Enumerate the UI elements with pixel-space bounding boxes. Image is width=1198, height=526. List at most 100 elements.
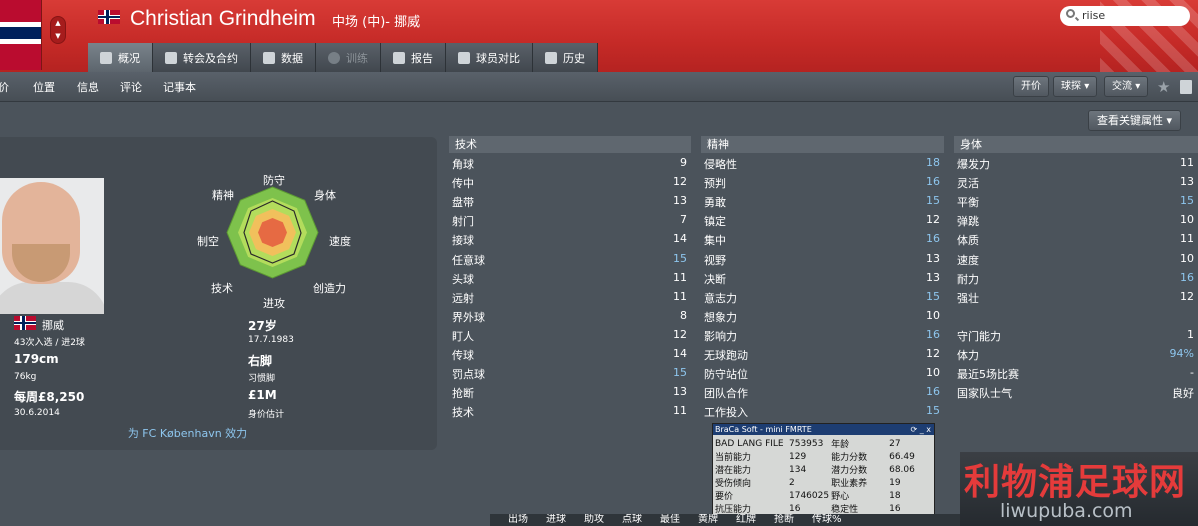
mental-header: 精神 <box>701 136 944 153</box>
fmrte-cell: 年龄 <box>831 440 850 450</box>
interact-label: 交流 <box>1112 81 1132 92</box>
contract-expiry: 30.6.2014 <box>14 408 60 418</box>
attribute-row[interactable]: 罚点球 15 <box>449 364 691 383</box>
attribute-row[interactable]: 意志力 15 <box>701 288 944 307</box>
attribute-value: 13 <box>673 385 687 399</box>
attribute-row[interactable]: 射门 7 <box>449 211 691 230</box>
player-weight: 76kg <box>14 372 37 382</box>
shortlist-star-icon[interactable]: ★ <box>1157 78 1170 96</box>
attribute-row[interactable]: 角球 9 <box>449 154 691 173</box>
attribute-row[interactable]: 守门能力 1 <box>954 326 1198 345</box>
attribute-row[interactable]: 技术 11 <box>449 402 691 421</box>
attribute-row[interactable]: 最近5场比赛 - <box>954 364 1198 383</box>
window-controls-icon[interactable]: ⟳ _ x <box>910 424 931 435</box>
international-caps[interactable]: 43次入选 / 进2球 <box>14 335 85 348</box>
report-icon <box>393 51 405 64</box>
bottom-tab[interactable]: 进球 <box>528 514 566 526</box>
attribute-name: 界外球 <box>452 310 485 324</box>
attribute-row[interactable]: 耐力 16 <box>954 269 1198 288</box>
bottom-tab[interactable]: 抢断 <box>756 514 794 526</box>
attribute-name: 盘带 <box>452 196 474 210</box>
attribute-row[interactable]: 传球 14 <box>449 345 691 364</box>
player-nav-stepper[interactable]: ▲ ▼ <box>50 16 66 44</box>
attribute-row[interactable]: 侵略性 18 <box>701 154 944 173</box>
watermark-url: liwupuba.com <box>1000 500 1133 522</box>
fmrte-table: BAD LANG FILE 753953 年龄 27 当前能力 129 能力分数 66.49 潜… <box>714 437 928 516</box>
attribute-row[interactable]: 抢断 13 <box>449 383 691 402</box>
attribute-row[interactable]: 视野 13 <box>701 250 944 269</box>
tab-overview[interactable]: 概况 <box>88 43 153 72</box>
bottom-tab[interactable]: 助攻 <box>566 514 604 526</box>
attribute-row[interactable]: 镇定 12 <box>701 211 944 230</box>
attribute-row[interactable]: 团队合作 16 <box>701 383 944 402</box>
bottom-tab[interactable]: 黄牌 <box>680 514 718 526</box>
tab-stats[interactable]: 数据 <box>251 43 316 72</box>
physical-header: 身体 <box>954 136 1198 153</box>
tab-report[interactable]: 报告 <box>381 43 446 72</box>
subnav-info[interactable]: 信息 <box>77 79 99 95</box>
attribute-value: - <box>1190 366 1194 380</box>
player-wage: 每周£8,250 <box>14 390 85 404</box>
attribute-row[interactable]: 盘带 13 <box>449 192 691 211</box>
attribute-row[interactable]: 体力 94% <box>954 345 1198 364</box>
key-attributes-button[interactable]: 查看关键属性 ▾ <box>1088 110 1182 131</box>
attribute-row[interactable]: 爆发力 11 <box>954 154 1198 173</box>
attribute-value: 8 <box>680 308 687 322</box>
attribute-row[interactable]: 无球跑动 12 <box>701 345 944 364</box>
attribute-name: 侵略性 <box>704 158 737 171</box>
bottom-tab[interactable]: 传球% <box>794 514 842 526</box>
attribute-value: 10 <box>926 308 940 322</box>
player-position: 中场 (中)- 挪威 <box>332 15 421 30</box>
attribute-row[interactable]: 防守站位 10 <box>701 364 944 383</box>
attribute-row[interactable]: 体质 11 <box>954 230 1198 249</box>
subnav-comments[interactable]: 评论 <box>120 79 142 95</box>
attribute-row[interactable]: 勇敢 15 <box>701 192 944 211</box>
attribute-row[interactable]: 传中 12 <box>449 173 691 192</box>
bottom-tab[interactable]: 红牌 <box>718 514 756 526</box>
attribute-row[interactable]: 决断 13 <box>701 269 944 288</box>
player-value: £1M <box>248 388 277 402</box>
subnav-notes[interactable]: 记事本 <box>163 79 196 95</box>
attribute-name: 强壮 <box>957 291 979 305</box>
current-club-link[interactable]: 为 FC København 效力 <box>0 425 375 441</box>
attribute-value: 15 <box>1180 194 1194 208</box>
attribute-row[interactable]: 速度 10 <box>954 250 1198 269</box>
attribute-row[interactable]: 强壮 12 <box>954 288 1198 307</box>
attribute-row[interactable]: 预判 16 <box>701 173 944 192</box>
attribute-row[interactable]: 盯人 12 <box>449 326 691 345</box>
interact-button[interactable]: 交流 ▾ <box>1104 76 1149 97</box>
bottom-tab[interactable]: 出场 <box>490 514 528 526</box>
tab-history[interactable]: 历史 <box>533 43 598 72</box>
subnav-value[interactable]: 价 <box>0 79 9 95</box>
bottom-tab[interactable]: 最佳 <box>642 514 680 526</box>
subnav-position[interactable]: 位置 <box>33 79 55 95</box>
attribute-row[interactable]: 接球 14 <box>449 230 691 249</box>
attribute-row[interactable]: 想象力 10 <box>701 307 944 326</box>
attribute-row[interactable]: 任意球 15 <box>449 250 691 269</box>
attribute-value: 16 <box>1180 270 1194 284</box>
attribute-row[interactable]: 远射 11 <box>449 288 691 307</box>
attribute-row[interactable]: 影响力 16 <box>701 326 944 345</box>
scout-button[interactable]: 球探 ▾ <box>1053 76 1098 97</box>
tab-label: 球员对比 <box>476 51 520 65</box>
attribute-row[interactable]: 头球 11 <box>449 269 691 288</box>
attribute-row[interactable]: 集中 16 <box>701 230 944 249</box>
attribute-row[interactable]: 界外球 8 <box>449 307 691 326</box>
club-flag-badge <box>0 0 42 70</box>
attribute-row[interactable]: 工作投入 15 <box>701 402 944 421</box>
notes-icon[interactable] <box>1180 80 1192 94</box>
attribute-value: 15 <box>926 404 940 418</box>
attribute-row[interactable]: 国家队士气 良好 <box>954 383 1198 402</box>
bottom-tab[interactable]: 点球 <box>604 514 642 526</box>
fmrte-cell: 2 <box>789 477 795 488</box>
fmrte-cell: 潜在能力 <box>715 466 752 476</box>
tab-training[interactable]: 训练 <box>316 43 381 72</box>
tab-contract[interactable]: 转会及合约 <box>153 43 251 72</box>
attribute-row[interactable]: 灵活 13 <box>954 173 1198 192</box>
attribute-row[interactable]: 弹跳 10 <box>954 211 1198 230</box>
make-offer-button[interactable]: 开价 <box>1013 76 1049 97</box>
fmrte-cell: 受伤倾向 <box>715 479 752 489</box>
search-input[interactable]: riise <box>1060 6 1190 26</box>
attribute-row[interactable]: 平衡 15 <box>954 192 1198 211</box>
tab-compare[interactable]: 球员对比 <box>446 43 533 72</box>
